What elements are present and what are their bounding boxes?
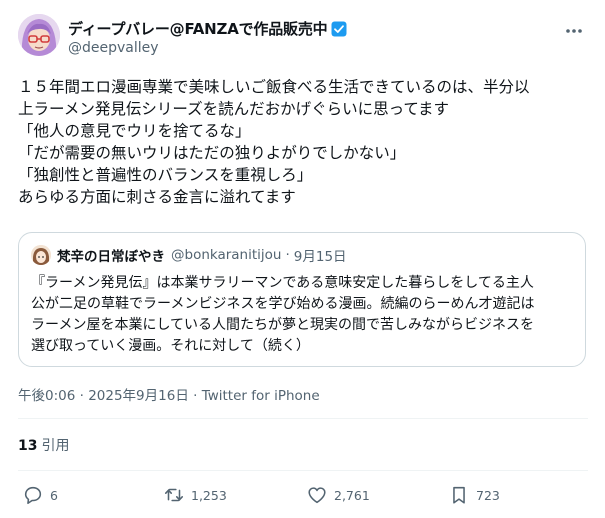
tweet-text-line: 「独創性と普遍性のバランスを重視しろ」 — [18, 166, 313, 184]
tweet-header: ディープバレー@FANZAで作品販売中 @deepvalley — [18, 14, 588, 64]
tweet-source: Twitter for iPhone — [201, 388, 320, 404]
tweet-text-line: あらゆる方面に刺さる金言に溢れてます — [18, 188, 296, 206]
divider — [18, 470, 588, 471]
quote-stats[interactable]: 13 引用 — [18, 435, 69, 455]
divider — [18, 418, 588, 419]
quoted-separator: · — [285, 247, 290, 263]
tweet-text-line: 「他人の意見でウリを捨てるな」 — [18, 122, 251, 140]
quoted-tweet-text: 『ラーメン発見伝』は本業サラリーマンである意味安定した暮らしをしてる主人 公が二… — [31, 273, 576, 357]
quoted-author-handle: @bonkaranitijou — [171, 247, 282, 263]
author-name-row: ディープバレー@FANZAで作品販売中 — [68, 18, 347, 39]
bookmark-count: 723 — [476, 487, 500, 503]
bookmark-button[interactable]: 723 — [448, 484, 500, 506]
quoted-text-line: 『ラーメン発見伝』は本業サラリーマンである意味安定した暮らしをしてる主人 — [31, 275, 534, 291]
reply-button[interactable]: 6 — [22, 484, 58, 506]
quoted-avatar-icon — [31, 245, 51, 265]
retweet-icon — [164, 488, 184, 502]
tweet-time[interactable]: 午後0:06 — [18, 388, 75, 404]
action-bar: 6 1,253 2,761 723 — [18, 484, 588, 510]
tweet-card: ディープバレー@FANZAで作品販売中 @deepvalley １５年間エロ漫画… — [0, 0, 605, 518]
like-count: 2,761 — [334, 487, 370, 503]
quotes-count: 13 — [18, 438, 38, 454]
author-avatar[interactable] — [18, 14, 60, 56]
quoted-date: 9月15日 — [293, 249, 347, 265]
reply-icon — [24, 486, 42, 505]
quoted-tweet[interactable]: 梵辛の日常ぼやき @bonkaranitijou · 9月15日 『ラーメン発見… — [18, 232, 586, 367]
tweet-date[interactable]: 2025年9月16日 — [88, 388, 189, 404]
quoted-tweet-header: 梵辛の日常ぼやき @bonkaranitijou · 9月15日 — [31, 245, 347, 265]
quoted-author-avatar — [31, 245, 51, 265]
anime-avatar-icon — [18, 14, 60, 56]
tweet-text-line: 「だが需要の無いウリはただの独りよがりでしかない」 — [18, 144, 406, 162]
quoted-text-line: ラーメン屋を本業にしている人間たちが夢と現実の間で苦しみながらビジネスを — [31, 317, 535, 333]
tweet-text-line: 上ラーメン発見伝シリーズを読んだおかげぐらいに思ってます — [18, 100, 450, 118]
quoted-text-line: 選び取っていく漫画。それに対して（続く） — [31, 338, 310, 354]
tweet-text: １５年間エロ漫画専業で美味しいご飯食べる生活できているのは、半分以 上ラーメン発… — [18, 76, 588, 208]
retweet-button[interactable]: 1,253 — [163, 484, 227, 506]
reply-count: 6 — [50, 487, 58, 503]
meta-separator: · — [188, 388, 202, 404]
author-display-name[interactable]: ディープバレー@FANZAで作品販売中 — [68, 18, 328, 39]
tweet-meta: 午後0:06 · 2025年9月16日 · Twitter for iPhone — [18, 384, 320, 404]
verified-badge-icon — [331, 21, 347, 37]
quoted-author-name: 梵辛の日常ぼやき — [57, 249, 165, 265]
more-options-icon[interactable] — [564, 22, 584, 34]
heart-icon — [308, 487, 326, 504]
tweet-text-line: １５年間エロ漫画専業で美味しいご飯食べる生活できているのは、半分以 — [18, 78, 530, 96]
like-button[interactable]: 2,761 — [306, 484, 370, 506]
retweet-count: 1,253 — [191, 487, 227, 503]
meta-separator: · — [75, 388, 89, 404]
bookmark-icon — [453, 486, 465, 504]
quotes-label: 引用 — [41, 438, 70, 454]
author-handle[interactable]: @deepvalley — [68, 40, 159, 56]
quoted-text-line: 公が二足の草鞋でラーメンビジネスを学び始める漫画。続編のらーめん才遊記は — [31, 296, 535, 312]
